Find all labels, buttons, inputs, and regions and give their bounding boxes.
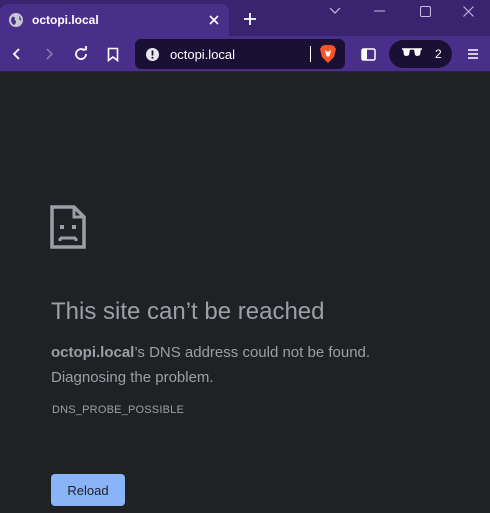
- menu-icon[interactable]: [459, 40, 487, 68]
- brave-shields-icon[interactable]: [319, 44, 337, 64]
- url-text[interactable]: octopi.local: [170, 47, 310, 62]
- back-button[interactable]: [3, 40, 31, 68]
- error-code: DNS_PROBE_POSSIBLE: [52, 404, 184, 416]
- error-page: This site can’t be reached octopi.local’…: [0, 72, 490, 513]
- globe-icon: [8, 12, 24, 28]
- diagnosing-text: Diagnosing the problem.: [51, 369, 214, 386]
- sunglasses-icon: [401, 45, 423, 63]
- extensions-pill[interactable]: 2: [389, 40, 452, 68]
- tab-search-icon[interactable]: [313, 0, 357, 22]
- error-desc-text: ’s DNS address could not be found.: [134, 344, 371, 361]
- minimize-button[interactable]: [357, 0, 401, 22]
- info-icon[interactable]: [145, 47, 160, 62]
- error-description: octopi.local’s DNS address could not be …: [51, 340, 471, 390]
- browser-tab[interactable]: octopi.local: [0, 4, 229, 36]
- title-bar: octopi.local: [0, 0, 490, 36]
- toolbar: octopi.local 2: [0, 36, 490, 72]
- sidebar-icon[interactable]: [354, 40, 382, 68]
- extension-badge-count: 2: [435, 47, 442, 61]
- sad-document-icon: [50, 205, 86, 249]
- close-window-button[interactable]: [446, 0, 490, 22]
- maximize-button[interactable]: [403, 0, 447, 22]
- error-host: octopi.local: [51, 344, 135, 361]
- close-tab-icon[interactable]: [205, 11, 223, 29]
- tab-title: octopi.local: [32, 13, 99, 27]
- reload-icon[interactable]: [67, 40, 95, 68]
- caret-divider: [310, 46, 311, 62]
- reload-button[interactable]: Reload: [51, 474, 125, 506]
- bookmark-icon[interactable]: [99, 40, 127, 68]
- address-bar[interactable]: octopi.local: [135, 39, 345, 69]
- error-title: This site can’t be reached: [51, 298, 325, 325]
- forward-button[interactable]: [35, 40, 63, 68]
- new-tab-button[interactable]: [239, 8, 261, 30]
